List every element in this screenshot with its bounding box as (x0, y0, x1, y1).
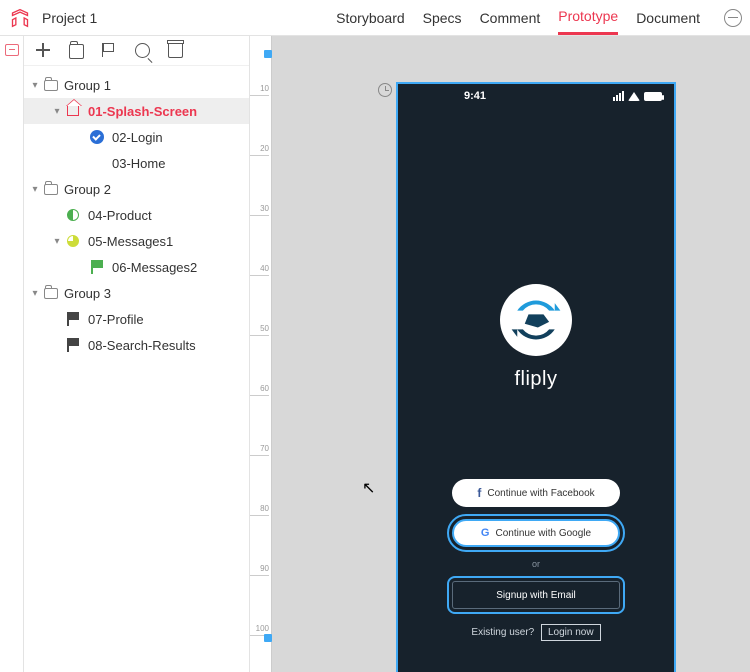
status-time: 9:41 (440, 90, 613, 102)
continue-facebook-button[interactable]: f Continue with Facebook (452, 479, 620, 507)
item-label: 06-Messages2 (112, 260, 197, 275)
item-label: 02-Login (112, 130, 163, 145)
wifi-icon (628, 92, 640, 101)
tree-item-home[interactable]: ▾ 03-Home (24, 150, 249, 176)
progress-half-icon (66, 208, 80, 222)
signal-icon (613, 91, 624, 101)
search-icon[interactable] (135, 43, 150, 58)
button-label: Signup with Email (496, 590, 575, 601)
tab-document[interactable]: Document (636, 2, 700, 34)
new-folder-icon[interactable] (69, 44, 84, 59)
caret-icon[interactable]: ▾ (30, 80, 40, 91)
flag-icon[interactable] (102, 43, 117, 58)
add-icon[interactable] (36, 43, 51, 58)
button-label: Continue with Google (495, 528, 591, 539)
tab-specs[interactable]: Specs (423, 2, 462, 34)
signup-email-button[interactable]: Signup with Email (452, 581, 620, 609)
layer-tree: ▾ Group 1 ▾ 01-Splash-Screen ▾ 02-Login … (24, 66, 249, 364)
ruler-tick: 70 (260, 444, 269, 453)
sidebar-toolbar (24, 36, 249, 66)
item-label: 08-Search-Results (88, 338, 196, 353)
left-rail (0, 36, 24, 672)
ruler-tick: 80 (260, 504, 269, 513)
tab-storyboard[interactable]: Storyboard (336, 2, 404, 34)
tree-item-messages1[interactable]: ▾ 05-Messages1 (24, 228, 249, 254)
caret-icon[interactable]: ▾ (52, 106, 62, 117)
ruler-tick: 100 (256, 624, 269, 633)
ruler-marker-icon[interactable] (264, 50, 272, 58)
folder-icon (44, 184, 58, 195)
caret-icon[interactable]: ▾ (30, 184, 40, 195)
blank-icon (90, 156, 104, 170)
existing-user-row: Existing user? Login now (471, 627, 600, 638)
project-title[interactable]: Project 1 (42, 10, 97, 26)
ruler-marker-icon[interactable] (264, 634, 272, 642)
folder-icon (44, 288, 58, 299)
canvas[interactable]: 10 20 30 40 50 60 70 80 90 100 9:41 (250, 36, 750, 672)
sidebar: ▾ Group 1 ▾ 01-Splash-Screen ▾ 02-Login … (24, 36, 250, 672)
tree-group-3[interactable]: ▾ Group 3 (24, 280, 249, 306)
or-divider: or (532, 559, 540, 569)
fliply-logo-icon (500, 284, 572, 356)
flag-dark-icon (66, 312, 80, 326)
ruler-tick: 50 (260, 324, 269, 333)
ruler-tick: 30 (260, 204, 269, 213)
item-label: 01-Splash-Screen (88, 104, 197, 119)
ruler-tick: 10 (260, 84, 269, 93)
tab-prototype[interactable]: Prototype (558, 0, 618, 35)
brand-label: fliply (398, 368, 674, 391)
caret-icon[interactable]: ▾ (30, 288, 40, 299)
existing-label: Existing user? (471, 627, 534, 638)
battery-icon (644, 92, 662, 101)
flag-dark-icon (66, 338, 80, 352)
ruler-tick: 60 (260, 384, 269, 393)
progress-q3-icon (66, 234, 80, 248)
login-now-button[interactable]: Login now (541, 624, 601, 641)
tree-item-messages2[interactable]: ▾ 06-Messages2 (24, 254, 249, 280)
tab-comment[interactable]: Comment (480, 2, 541, 34)
ruler-tick: 40 (260, 264, 269, 273)
cursor-icon: ↖ (362, 478, 375, 498)
item-label: 07-Profile (88, 312, 144, 327)
artboard-splash[interactable]: 9:41 fliply f Continu (396, 82, 676, 672)
top-tabs: Storyboard Specs Comment Prototype Docum… (336, 0, 742, 35)
check-icon (90, 130, 104, 144)
google-icon: G (481, 527, 490, 539)
caret-icon[interactable]: ▾ (52, 236, 62, 247)
ruler-tick: 20 (260, 144, 269, 153)
history-icon[interactable] (378, 83, 392, 97)
button-label: Continue with Facebook (487, 488, 594, 499)
tree-item-search-results[interactable]: ▾ 08-Search-Results (24, 332, 249, 358)
tree-group-2[interactable]: ▾ Group 2 (24, 176, 249, 202)
group-label: Group 3 (64, 286, 111, 301)
ruler-tick: 90 (260, 564, 269, 573)
flag-green-icon (90, 260, 104, 274)
item-label: 04-Product (88, 208, 152, 223)
group-label: Group 1 (64, 78, 111, 93)
item-label: 05-Messages1 (88, 234, 173, 249)
facebook-icon: f (477, 486, 481, 500)
tree-group-1[interactable]: ▾ Group 1 (24, 72, 249, 98)
tree-item-splash[interactable]: ▾ 01-Splash-Screen (24, 98, 249, 124)
collapse-icon[interactable] (724, 9, 742, 27)
item-label: 03-Home (112, 156, 165, 171)
tree-item-profile[interactable]: ▾ 07-Profile (24, 306, 249, 332)
tree-item-product[interactable]: ▾ 04-Product (24, 202, 249, 228)
status-bar: 9:41 (398, 84, 674, 108)
delete-icon[interactable] (168, 43, 183, 58)
folder-icon (44, 80, 58, 91)
home-icon (66, 104, 80, 118)
vertical-ruler: 10 20 30 40 50 60 70 80 90 100 (250, 36, 272, 672)
group-label: Group 2 (64, 182, 111, 197)
continue-google-button[interactable]: G Continue with Google (452, 519, 620, 547)
app-logo[interactable] (10, 8, 30, 28)
panel-toggle-icon[interactable] (5, 44, 19, 56)
tree-item-login[interactable]: ▾ 02-Login (24, 124, 249, 150)
